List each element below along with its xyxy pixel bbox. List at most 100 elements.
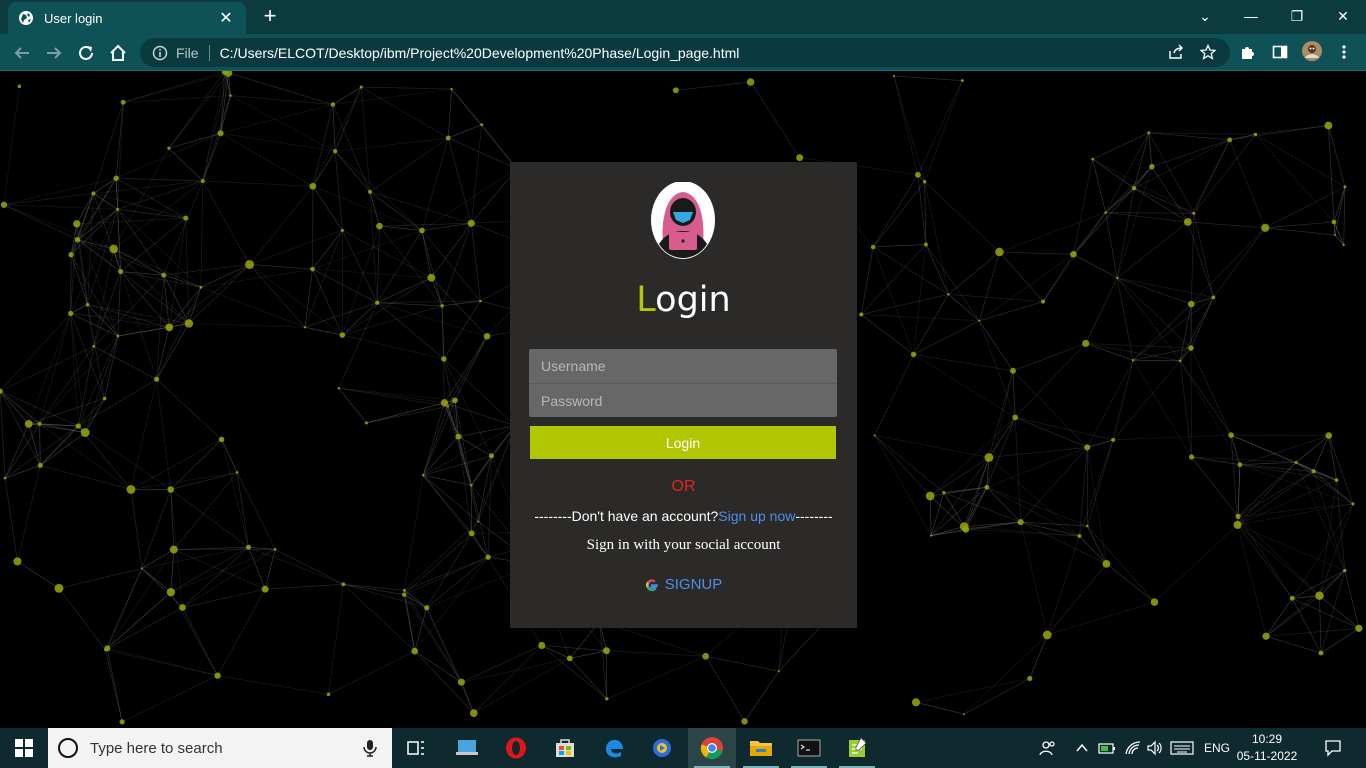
network-link xyxy=(221,439,249,548)
network-link xyxy=(447,406,472,486)
network-link xyxy=(1087,525,1155,603)
network-link xyxy=(202,133,221,182)
forward-button[interactable] xyxy=(41,40,67,66)
network-link xyxy=(312,104,334,187)
taskbar-app-this-pc[interactable] xyxy=(443,728,491,768)
network-link xyxy=(1190,213,1195,305)
close-window-button[interactable]: ✕ xyxy=(1320,0,1366,32)
network-node xyxy=(1228,432,1234,438)
taskbar-app-chrome[interactable] xyxy=(688,728,736,768)
network-link xyxy=(1012,343,1086,372)
home-button[interactable] xyxy=(105,40,131,66)
reload-button[interactable] xyxy=(73,40,99,66)
network-node xyxy=(126,485,136,494)
network-node xyxy=(1010,367,1016,374)
browser-tab[interactable]: User login ✕ xyxy=(8,2,246,34)
network-link xyxy=(1106,563,1155,603)
extensions-button[interactable] xyxy=(1236,40,1260,64)
network-node xyxy=(273,547,277,551)
taskbar-app-media[interactable] xyxy=(638,728,686,768)
network-node xyxy=(566,655,573,662)
network-node xyxy=(978,319,981,322)
network-node xyxy=(910,351,917,358)
network-link xyxy=(117,209,202,288)
network-link xyxy=(1265,221,1335,229)
network-link xyxy=(999,251,1074,255)
network-link xyxy=(78,378,157,427)
minimize-button[interactable]: — xyxy=(1228,0,1274,32)
network-node xyxy=(485,554,491,560)
show-hidden-icons-button[interactable] xyxy=(1072,728,1092,768)
network-link xyxy=(447,89,452,139)
network-link xyxy=(1265,570,1346,637)
tab-close-icon[interactable]: ✕ xyxy=(216,8,236,28)
taskbar-search-box[interactable]: Type here to search xyxy=(48,728,392,768)
media-player-icon xyxy=(653,739,671,757)
action-center-button[interactable] xyxy=(1318,728,1348,768)
network-node xyxy=(923,242,928,247)
network-node xyxy=(75,423,81,429)
network-button[interactable] xyxy=(1122,728,1144,768)
network-link xyxy=(744,671,780,722)
microphone-icon[interactable] xyxy=(362,739,378,757)
taskbar-clock[interactable]: 10:29 05-11-2022 xyxy=(1236,731,1298,765)
hacker-avatar-icon xyxy=(651,182,715,259)
network-node xyxy=(118,269,124,275)
volume-button[interactable] xyxy=(1144,728,1166,768)
taskbar-app-terminal[interactable] xyxy=(785,728,833,768)
network-link xyxy=(376,226,380,303)
network-link xyxy=(1085,343,1192,349)
network-link xyxy=(963,634,1048,715)
taskbar-app-opera[interactable] xyxy=(492,728,540,768)
network-link xyxy=(705,656,745,722)
address-bar[interactable]: File C:/Users/ELCOT/Desktop/ibm/Project%… xyxy=(140,38,1230,67)
network-node xyxy=(375,300,380,305)
taskbar-app-notepad-plus[interactable] xyxy=(833,728,881,768)
back-button[interactable] xyxy=(9,40,35,66)
start-button[interactable] xyxy=(0,728,48,768)
network-link xyxy=(182,607,218,676)
taskbar-app-file-explorer[interactable] xyxy=(737,728,785,768)
network-node xyxy=(235,471,239,474)
people-button[interactable] xyxy=(1036,728,1060,768)
password-input[interactable] xyxy=(529,384,837,418)
network-node xyxy=(166,588,176,597)
touch-keyboard-button[interactable] xyxy=(1168,728,1196,768)
network-node xyxy=(892,75,896,78)
network-node xyxy=(1082,339,1090,348)
menu-button[interactable] xyxy=(1332,40,1356,64)
share-button[interactable] xyxy=(1164,40,1188,64)
network-node xyxy=(116,334,120,338)
task-view-button[interactable] xyxy=(392,728,440,768)
taskbar-app-store[interactable] xyxy=(541,728,589,768)
network-link xyxy=(1190,347,1232,436)
taskbar-app-edge[interactable] xyxy=(590,728,638,768)
new-tab-button[interactable]: + xyxy=(259,5,281,27)
keyboard-icon xyxy=(1170,741,1194,755)
network-node xyxy=(1333,234,1336,237)
login-button[interactable]: Login xyxy=(530,426,836,459)
battery-button[interactable] xyxy=(1096,728,1118,768)
network-link xyxy=(1015,417,1088,448)
network-link xyxy=(1116,188,1135,278)
network-link xyxy=(1255,134,1335,223)
network-link xyxy=(860,246,874,315)
url-text[interactable]: C:/Users/ELCOT/Desktop/ibm/Project%20Dev… xyxy=(220,45,1230,61)
input-language[interactable]: ENG xyxy=(1200,728,1234,768)
username-input[interactable] xyxy=(529,349,837,383)
network-node xyxy=(777,670,780,673)
side-panel-button[interactable] xyxy=(1268,40,1292,64)
network-link xyxy=(39,423,41,466)
restore-button[interactable]: ❐ xyxy=(1274,0,1320,32)
network-link xyxy=(426,556,489,608)
network-node xyxy=(218,436,225,443)
tab-search-dropdown-icon[interactable]: ⌄ xyxy=(1182,0,1228,32)
network-link xyxy=(606,655,706,700)
network-link xyxy=(1116,166,1153,278)
bookmark-button[interactable] xyxy=(1196,40,1220,64)
sign-up-now-link[interactable]: Sign up now xyxy=(718,508,795,524)
info-icon[interactable] xyxy=(152,45,168,61)
google-signup-link[interactable]: SIGNUP xyxy=(510,576,857,593)
network-link xyxy=(778,622,824,672)
profile-button[interactable] xyxy=(1300,39,1324,63)
